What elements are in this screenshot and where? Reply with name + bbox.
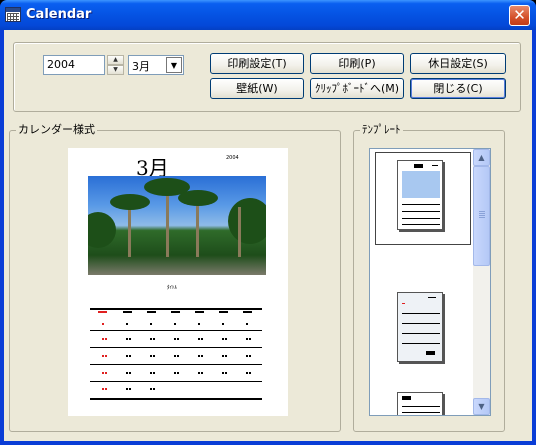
preview-date-mark xyxy=(129,338,131,340)
calendar-style-label: カレンダー様式 xyxy=(16,123,97,137)
title-bar[interactable]: Calendar ✕ xyxy=(0,0,536,30)
template-item-1[interactable] xyxy=(397,160,443,230)
chevron-down-icon[interactable]: ▼ xyxy=(166,57,182,73)
preview-date-mark xyxy=(129,355,131,357)
preview-date-mark xyxy=(102,372,104,374)
preview-date-mark xyxy=(105,388,107,390)
preview-date-mark xyxy=(174,323,176,325)
calendar-window: Calendar ✕ 2004 ▲ ▼ 3月 ▼ 印刷設定(T) 印刷(P) 休… xyxy=(0,0,536,445)
preview-date-mark xyxy=(102,338,104,340)
preview-date-mark xyxy=(126,338,128,340)
template-scrollbar[interactable]: ▲ ▼ xyxy=(473,149,490,415)
wallpaper-button[interactable]: 壁紙(W) xyxy=(210,78,304,99)
year-field[interactable]: 2004 xyxy=(43,55,105,75)
preview-rule xyxy=(90,308,262,310)
preview-date-mark xyxy=(150,355,152,357)
preview-date-mark xyxy=(246,372,248,374)
preview-date-mark xyxy=(150,388,152,390)
preview-date-mark xyxy=(153,372,155,374)
preview-date-mark xyxy=(222,323,224,325)
preview-date-mark xyxy=(102,323,104,325)
scroll-thumb[interactable] xyxy=(473,166,490,266)
preview-date-mark xyxy=(174,372,176,374)
preview-date-mark xyxy=(153,338,155,340)
print-button[interactable]: 印刷(P) xyxy=(310,53,404,74)
template-item-3[interactable] xyxy=(397,392,443,415)
spin-down-button[interactable]: ▼ xyxy=(107,65,124,75)
preview-date-mark xyxy=(126,388,128,390)
preview-date-mark xyxy=(126,323,128,325)
preview-date-mark xyxy=(150,338,152,340)
preview-date-mark xyxy=(105,338,107,340)
preview-date-mark xyxy=(174,355,176,357)
month-select[interactable]: 3月 ▼ xyxy=(128,55,184,75)
preview-date-mark xyxy=(177,338,179,340)
template-item-2[interactable] xyxy=(397,292,443,362)
preview-date-mark xyxy=(201,372,203,374)
preview-date-mark xyxy=(225,372,227,374)
holiday-settings-button[interactable]: 休日設定(S) xyxy=(410,53,506,74)
spin-up-button[interactable]: ▲ xyxy=(107,55,124,65)
scroll-up-button[interactable]: ▲ xyxy=(473,149,490,166)
preview-date-mark xyxy=(201,338,203,340)
preview-date-mark xyxy=(126,355,128,357)
preview-date-mark xyxy=(102,388,104,390)
calendar-app-icon xyxy=(5,7,21,22)
preview-caption: ﾀｲﾄﾙ xyxy=(167,285,178,291)
preview-date-mark xyxy=(105,372,107,374)
preview-date-mark xyxy=(249,338,251,340)
preview-date-mark xyxy=(222,372,224,374)
preview-year: 2004 xyxy=(226,155,239,161)
close-window-button[interactable]: ✕ xyxy=(509,5,530,26)
preview-date-mark xyxy=(222,355,224,357)
preview-date-mark xyxy=(198,323,200,325)
calendar-preview: 3月 2004 ﾀｲﾄﾙ xyxy=(68,148,288,416)
preview-date-mark xyxy=(174,338,176,340)
clipboard-button[interactable]: ｸﾘｯﾌﾟﾎﾞｰﾄﾞへ(M) xyxy=(310,78,404,99)
preview-date-mark xyxy=(249,355,251,357)
template-list[interactable]: ▲ ▼ xyxy=(369,148,491,416)
preview-date-mark xyxy=(177,355,179,357)
preview-date-mark xyxy=(246,323,248,325)
client-area: 2004 ▲ ▼ 3月 ▼ 印刷設定(T) 印刷(P) 休日設定(S) 壁紙(W… xyxy=(4,30,532,441)
preview-date-mark xyxy=(150,323,152,325)
preview-date-mark xyxy=(129,372,131,374)
preview-date-mark xyxy=(153,355,155,357)
scroll-down-button[interactable]: ▼ xyxy=(473,398,490,415)
preview-date-mark xyxy=(150,372,152,374)
preview-date-mark xyxy=(225,355,227,357)
preview-date-mark xyxy=(198,372,200,374)
preview-date-mark xyxy=(246,355,248,357)
close-button[interactable]: 閉じる(C) xyxy=(410,78,506,99)
preview-sunday-mark xyxy=(98,311,107,313)
preview-date-mark xyxy=(102,355,104,357)
preview-date-mark xyxy=(198,355,200,357)
preview-date-mark xyxy=(129,388,131,390)
preview-date-mark xyxy=(222,338,224,340)
year-spinner[interactable]: ▲ ▼ xyxy=(107,55,124,75)
preview-date-mark xyxy=(177,372,179,374)
preview-date-mark xyxy=(249,372,251,374)
preview-date-mark xyxy=(201,355,203,357)
preview-date-mark xyxy=(198,338,200,340)
preview-date-mark xyxy=(153,388,155,390)
preview-date-mark xyxy=(225,338,227,340)
month-value: 3月 xyxy=(132,60,150,73)
preview-date-mark xyxy=(126,372,128,374)
preview-date-mark xyxy=(105,355,107,357)
window-title: Calendar xyxy=(26,7,92,22)
preview-date-mark xyxy=(246,338,248,340)
preview-photo xyxy=(88,176,266,275)
print-settings-button[interactable]: 印刷設定(T) xyxy=(210,53,304,74)
template-label: ﾃﾝﾌﾟﾚｰﾄ xyxy=(360,123,403,137)
